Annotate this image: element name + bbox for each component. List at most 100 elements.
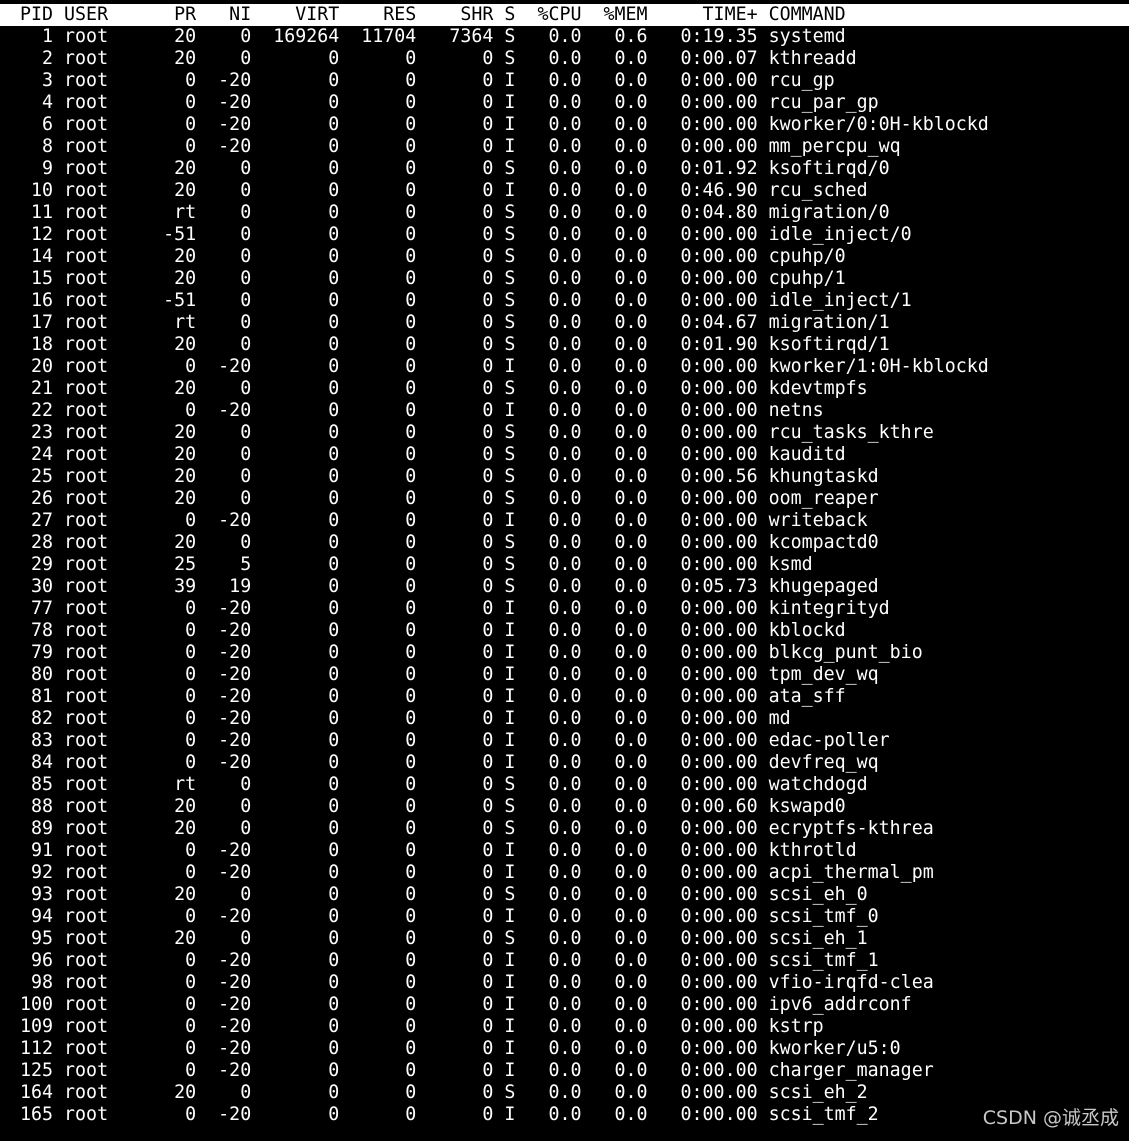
- cell-priority: 0: [163, 400, 197, 421]
- cell-virt: 0: [262, 554, 340, 575]
- process-row[interactable]: 9 root 20 0 0 0 0 S 0.0 0.0 0:01.92 ksof…: [0, 158, 1129, 180]
- cell-virt: 0: [262, 928, 340, 949]
- process-row[interactable]: 25 root 20 0 0 0 0 S 0.0 0.0 0:00.56 khu…: [0, 466, 1129, 488]
- cell-command: scsi_tmf_2: [768, 1104, 879, 1125]
- cell-virt: 0: [262, 1082, 340, 1103]
- cell-pid: 29: [9, 554, 54, 575]
- cell-time: 0:00.00: [658, 488, 758, 509]
- cell-time: 0:04.80: [658, 202, 758, 223]
- cell-priority: 20: [163, 422, 197, 443]
- process-row[interactable]: 11 root rt 0 0 0 0 S 0.0 0.0 0:04.80 mig…: [0, 202, 1129, 224]
- process-row[interactable]: 109 root 0 -20 0 0 0 I 0.0 0.0 0:00.00 k…: [0, 1016, 1129, 1038]
- process-row[interactable]: 84 root 0 -20 0 0 0 I 0.0 0.0 0:00.00 de…: [0, 752, 1129, 774]
- cell-shr: 0: [427, 752, 494, 773]
- process-row[interactable]: 112 root 0 -20 0 0 0 I 0.0 0.0 0:00.00 k…: [0, 1038, 1129, 1060]
- process-row[interactable]: 77 root 0 -20 0 0 0 I 0.0 0.0 0:00.00 ki…: [0, 598, 1129, 620]
- cell-cpu: 0.0: [526, 840, 582, 861]
- cell-command: ksoftirqd/0: [768, 158, 890, 179]
- process-row[interactable]: 94 root 0 -20 0 0 0 I 0.0 0.0 0:00.00 sc…: [0, 906, 1129, 928]
- cell-shr: 0: [427, 554, 494, 575]
- process-row[interactable]: 21 root 20 0 0 0 0 S 0.0 0.0 0:00.00 kde…: [0, 378, 1129, 400]
- cell-pid: 77: [9, 598, 54, 619]
- process-row[interactable]: 14 root 20 0 0 0 0 S 0.0 0.0 0:00.00 cpu…: [0, 246, 1129, 268]
- process-row[interactable]: 6 root 0 -20 0 0 0 I 0.0 0.0 0:00.00 kwo…: [0, 114, 1129, 136]
- cell-virt: 0: [262, 202, 340, 223]
- cell-virt: 0: [262, 994, 340, 1015]
- process-row[interactable]: 85 root rt 0 0 0 0 S 0.0 0.0 0:00.00 wat…: [0, 774, 1129, 796]
- process-row[interactable]: 28 root 20 0 0 0 0 S 0.0 0.0 0:00.00 kco…: [0, 532, 1129, 554]
- cell-time: 0:00.56: [658, 466, 758, 487]
- process-row[interactable]: 82 root 0 -20 0 0 0 I 0.0 0.0 0:00.00 md: [0, 708, 1129, 730]
- process-row[interactable]: 22 root 0 -20 0 0 0 I 0.0 0.0 0:00.00 ne…: [0, 400, 1129, 422]
- cell-shr: 0: [427, 1060, 494, 1081]
- process-row[interactable]: 95 root 20 0 0 0 0 S 0.0 0.0 0:00.00 scs…: [0, 928, 1129, 950]
- cell-cpu: 0.0: [526, 620, 582, 641]
- process-row[interactable]: 80 root 0 -20 0 0 0 I 0.0 0.0 0:00.00 tp…: [0, 664, 1129, 686]
- cell-priority: 39: [163, 576, 197, 597]
- cell-virt: 0: [262, 774, 340, 795]
- process-row[interactable]: 27 root 0 -20 0 0 0 I 0.0 0.0 0:00.00 wr…: [0, 510, 1129, 532]
- cell-res: 0: [350, 70, 417, 91]
- process-row[interactable]: 24 root 20 0 0 0 0 S 0.0 0.0 0:00.00 kau…: [0, 444, 1129, 466]
- process-row[interactable]: 98 root 0 -20 0 0 0 I 0.0 0.0 0:00.00 vf…: [0, 972, 1129, 994]
- process-row[interactable]: 83 root 0 -20 0 0 0 I 0.0 0.0 0:00.00 ed…: [0, 730, 1129, 752]
- process-row[interactable]: 100 root 0 -20 0 0 0 I 0.0 0.0 0:00.00 i…: [0, 994, 1129, 1016]
- cell-time: 0:00.00: [658, 224, 758, 245]
- process-row[interactable]: 88 root 20 0 0 0 0 S 0.0 0.0 0:00.60 ksw…: [0, 796, 1129, 818]
- cell-command: devfreq_wq: [768, 752, 879, 773]
- cell-mem: 0.0: [592, 928, 648, 949]
- process-row[interactable]: 125 root 0 -20 0 0 0 I 0.0 0.0 0:00.00 c…: [0, 1060, 1129, 1082]
- cell-virt: 0: [262, 862, 340, 883]
- cell-time: 0:00.60: [658, 796, 758, 817]
- cell-state: I: [504, 70, 516, 91]
- process-row[interactable]: 93 root 20 0 0 0 0 S 0.0 0.0 0:00.00 scs…: [0, 884, 1129, 906]
- cell-command: netns: [768, 400, 824, 421]
- process-row[interactable]: 96 root 0 -20 0 0 0 I 0.0 0.0 0:00.00 sc…: [0, 950, 1129, 972]
- process-row[interactable]: 79 root 0 -20 0 0 0 I 0.0 0.0 0:00.00 bl…: [0, 642, 1129, 664]
- cell-cpu: 0.0: [526, 576, 582, 597]
- cell-res: 0: [350, 378, 417, 399]
- csdn-watermark: CSDN @诚丞成: [982, 1107, 1119, 1129]
- cell-virt: 0: [262, 1016, 340, 1037]
- process-row[interactable]: 10 root 20 0 0 0 0 I 0.0 0.0 0:46.90 rcu…: [0, 180, 1129, 202]
- cell-cpu: 0.0: [526, 444, 582, 465]
- process-row[interactable]: 18 root 20 0 0 0 0 S 0.0 0.0 0:01.90 kso…: [0, 334, 1129, 356]
- process-row[interactable]: 12 root -51 0 0 0 0 S 0.0 0.0 0:00.00 id…: [0, 224, 1129, 246]
- process-row[interactable]: 17 root rt 0 0 0 0 S 0.0 0.0 0:04.67 mig…: [0, 312, 1129, 334]
- process-row[interactable]: 4 root 0 -20 0 0 0 I 0.0 0.0 0:00.00 rcu…: [0, 92, 1129, 114]
- cell-res: 0: [350, 92, 417, 113]
- cell-time: 0:00.00: [658, 422, 758, 443]
- process-row[interactable]: 165 root 0 -20 0 0 0 I 0.0 0.0 0:00.00 s…: [0, 1104, 1129, 1126]
- process-row[interactable]: 78 root 0 -20 0 0 0 I 0.0 0.0 0:00.00 kb…: [0, 620, 1129, 642]
- process-row[interactable]: 30 root 39 19 0 0 0 S 0.0 0.0 0:05.73 kh…: [0, 576, 1129, 598]
- cell-mem: 0.0: [592, 1060, 648, 1081]
- cell-cpu: 0.0: [526, 532, 582, 553]
- process-row[interactable]: 91 root 0 -20 0 0 0 I 0.0 0.0 0:00.00 kt…: [0, 840, 1129, 862]
- process-row[interactable]: 89 root 20 0 0 0 0 S 0.0 0.0 0:00.00 ecr…: [0, 818, 1129, 840]
- cell-command: scsi_eh_1: [768, 928, 868, 949]
- process-row[interactable]: 15 root 20 0 0 0 0 S 0.0 0.0 0:00.00 cpu…: [0, 268, 1129, 290]
- cell-mem: 0.0: [592, 70, 648, 91]
- cell-priority: 20: [163, 466, 197, 487]
- process-row[interactable]: 20 root 0 -20 0 0 0 I 0.0 0.0 0:00.00 kw…: [0, 356, 1129, 378]
- process-row[interactable]: 3 root 0 -20 0 0 0 I 0.0 0.0 0:00.00 rcu…: [0, 70, 1129, 92]
- process-row[interactable]: 1 root 20 0 169264 11704 7364 S 0.0 0.6 …: [0, 26, 1129, 48]
- process-row[interactable]: 26 root 20 0 0 0 0 S 0.0 0.0 0:00.00 oom…: [0, 488, 1129, 510]
- process-row[interactable]: 29 root 25 5 0 0 0 S 0.0 0.0 0:00.00 ksm…: [0, 554, 1129, 576]
- cell-virt: 0: [262, 664, 340, 685]
- cell-res: 0: [350, 1082, 417, 1103]
- process-row[interactable]: 164 root 20 0 0 0 0 S 0.0 0.0 0:00.00 sc…: [0, 1082, 1129, 1104]
- process-row[interactable]: 2 root 20 0 0 0 0 S 0.0 0.0 0:00.07 kthr…: [0, 48, 1129, 70]
- cell-shr: 0: [427, 400, 494, 421]
- process-row[interactable]: 23 root 20 0 0 0 0 S 0.0 0.0 0:00.00 rcu…: [0, 422, 1129, 444]
- process-row[interactable]: 92 root 0 -20 0 0 0 I 0.0 0.0 0:00.00 ac…: [0, 862, 1129, 884]
- process-row[interactable]: 81 root 0 -20 0 0 0 I 0.0 0.0 0:00.00 at…: [0, 686, 1129, 708]
- cell-nice: 0: [207, 180, 252, 201]
- cell-shr: 0: [427, 290, 494, 311]
- cell-user: root: [64, 598, 153, 619]
- cell-user: root: [64, 114, 153, 135]
- process-row[interactable]: 8 root 0 -20 0 0 0 I 0.0 0.0 0:00.00 mm_…: [0, 136, 1129, 158]
- cell-state: I: [504, 862, 516, 883]
- cell-time: 0:00.00: [658, 598, 758, 619]
- process-row[interactable]: 16 root -51 0 0 0 0 S 0.0 0.0 0:00.00 id…: [0, 290, 1129, 312]
